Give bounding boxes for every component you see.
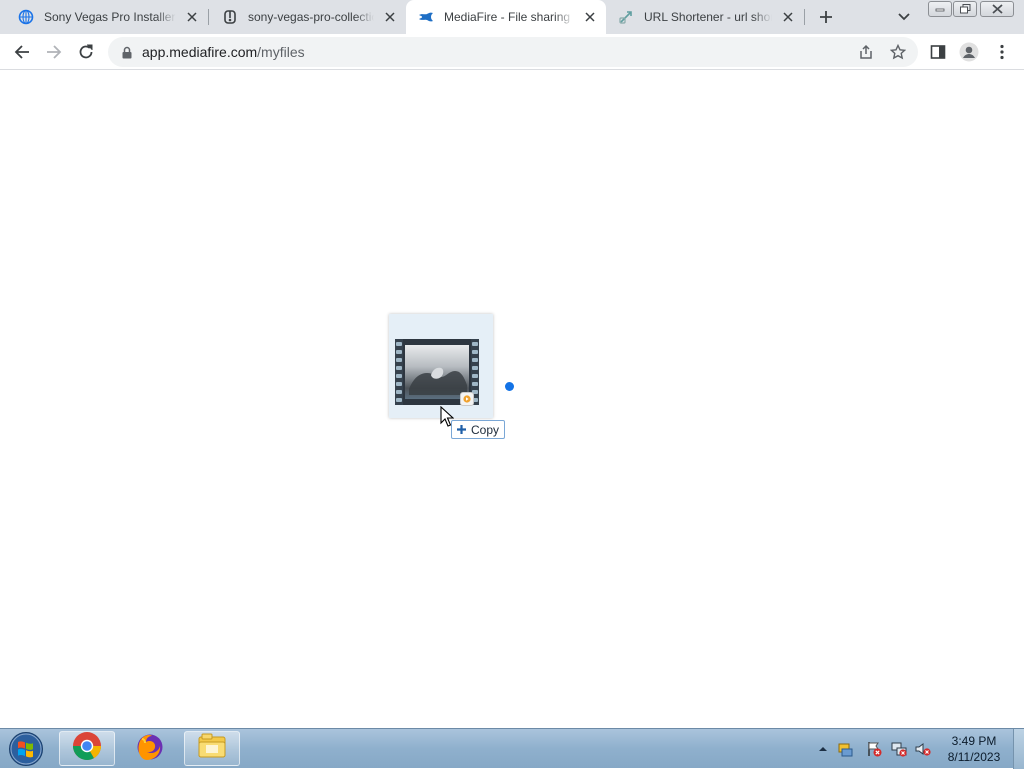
close-window-button[interactable] [980, 1, 1014, 17]
new-tab-button[interactable] [815, 6, 837, 28]
windows-taskbar: 3:49 PM 8/11/2023 [0, 728, 1024, 769]
show-hidden-icons-arrow[interactable] [815, 741, 831, 757]
tab-search-button[interactable] [894, 7, 914, 27]
tab-sony-vegas-collection[interactable]: sony-vegas-pro-collection [208, 0, 406, 34]
tab-mediafire[interactable]: MediaFire - File sharing and storage [406, 0, 606, 34]
close-tab-icon[interactable] [582, 9, 598, 25]
system-clock[interactable]: 3:49 PM 8/11/2023 [940, 733, 1008, 765]
mediafire-icon [418, 9, 434, 25]
tab-title: MediaFire - File sharing and storage [444, 10, 574, 24]
bookmark-star-icon[interactable] [886, 40, 910, 64]
network-share-tray-icon[interactable] [837, 741, 853, 757]
firefox-icon [135, 731, 165, 766]
action-center-flag-icon[interactable] [866, 741, 882, 757]
address-bar[interactable]: app.mediafire.com/myfiles [108, 37, 918, 67]
plus-icon [455, 424, 467, 436]
start-button[interactable] [4, 730, 48, 768]
link-icon [618, 9, 634, 25]
tab-title: Sony Vegas Pro Installers [44, 10, 176, 24]
tab-url-shortener[interactable]: URL Shortener - url shortener [606, 0, 804, 34]
minimize-button[interactable] [928, 1, 952, 17]
mouse-cursor-icon [440, 405, 455, 428]
taskbar-firefox[interactable] [122, 731, 178, 766]
tab-strip: Sony Vegas Pro Installers sony-vegas-pro… [0, 0, 1024, 34]
chrome-icon [72, 731, 102, 766]
network-status-icon[interactable] [891, 741, 907, 757]
close-tab-icon[interactable] [382, 9, 398, 25]
copy-label: Copy [471, 422, 500, 437]
play-badge-icon [460, 392, 474, 406]
tab-sony-vegas-installers[interactable]: Sony Vegas Pro Installers [0, 0, 208, 34]
reload-button[interactable] [74, 40, 98, 64]
url-text: app.mediafire.com/myfiles [142, 44, 305, 60]
restore-button[interactable] [953, 1, 977, 17]
side-panel-icon[interactable] [926, 40, 950, 64]
taskbar-file-explorer[interactable] [184, 731, 240, 766]
url-path: /myfiles [257, 44, 305, 60]
forward-button[interactable] [42, 40, 66, 64]
tab-separator [804, 9, 805, 25]
film-strip-left [395, 339, 403, 405]
globe-icon [18, 9, 34, 25]
tab-title: sony-vegas-pro-collection [248, 10, 374, 24]
video-preview-frame [405, 345, 469, 399]
clock-date: 8/11/2023 [947, 750, 1001, 764]
file-explorer-icon [196, 731, 228, 766]
close-tab-icon[interactable] [184, 9, 200, 25]
share-icon[interactable] [854, 40, 878, 64]
archive-icon [222, 9, 238, 25]
show-desktop-button[interactable] [1013, 729, 1024, 769]
url-host: app.mediafire.com [142, 44, 258, 60]
drag-copy-tooltip: Copy [451, 420, 506, 439]
taskbar-chrome[interactable] [59, 731, 115, 766]
lock-icon[interactable] [120, 45, 134, 59]
drop-indicator-dot [505, 382, 514, 391]
profile-avatar-icon[interactable] [957, 40, 981, 64]
back-button[interactable] [10, 40, 34, 64]
dragged-file-thumbnail[interactable] [389, 314, 493, 418]
tab-title: URL Shortener - url shortener [644, 10, 772, 24]
volume-muted-icon[interactable] [915, 741, 931, 757]
menu-kebab-icon[interactable] [990, 40, 1014, 64]
close-tab-icon[interactable] [780, 9, 796, 25]
browser-toolbar: app.mediafire.com/myfiles [0, 34, 1024, 70]
clock-time: 3:49 PM [951, 734, 997, 748]
